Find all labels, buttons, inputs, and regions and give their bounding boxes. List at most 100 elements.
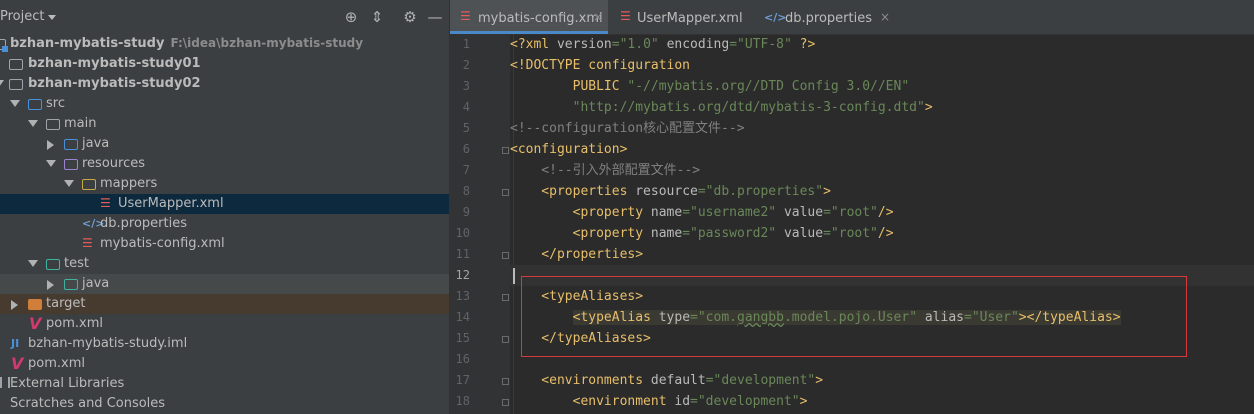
fold-marker-icon[interactable] xyxy=(502,189,509,196)
tree-item-label: UserMapper.xml xyxy=(118,196,224,211)
code-token: ="root" xyxy=(823,205,878,220)
line-number: 11 xyxy=(455,247,470,261)
code-token: name xyxy=(650,226,683,241)
code-token: /> xyxy=(877,226,894,241)
chevron-right-icon[interactable] xyxy=(47,140,54,150)
tree-item-mybatis-config-xml[interactable]: ☰ mybatis-config.xml xyxy=(0,234,449,254)
tree-item-scratches[interactable]: Scratches and Consoles xyxy=(0,394,449,414)
chevron-down-icon[interactable] xyxy=(64,180,74,187)
line-number-gutter[interactable]: 1 2 3 4 5 6 7 8 9 10 11 12 13 14 15 16 17 18 xyxy=(450,34,510,414)
tree-item-iml[interactable]: JI bzhan-mybatis-study.iml xyxy=(0,334,449,354)
line-number: 1 xyxy=(462,37,470,51)
code-line: <properties resource="db.properties"> xyxy=(510,181,1254,202)
project-panel-title[interactable]: Project xyxy=(0,9,44,24)
fold-marker-icon[interactable] xyxy=(502,294,509,301)
line-number: 5 xyxy=(462,121,470,135)
tree-item-usermapper-xml[interactable]: ☰ UserMapper.xml xyxy=(0,194,449,214)
line-number: 6 xyxy=(462,142,470,156)
tree-item-label: java xyxy=(82,136,110,151)
code-token: default xyxy=(650,373,706,388)
chevron-right-icon[interactable] xyxy=(11,300,18,310)
tree-item-label: bzhan-mybatis-study F:\idea\bzhan-mybatis… xyxy=(10,36,364,51)
code-token: </properties> xyxy=(510,247,644,262)
tree-item-module-study01[interactable]: bzhan-mybatis-study01 xyxy=(0,54,449,74)
tree-item-pom-xml-module[interactable]: V pom.xml xyxy=(0,314,449,334)
locate-icon[interactable]: ⊕ xyxy=(342,8,360,26)
chevron-right-icon[interactable] xyxy=(47,280,54,290)
tree-item-label: src xyxy=(46,96,65,111)
tree-item-label: Scratches and Consoles xyxy=(10,396,166,411)
tree-item-project-root[interactable]: bzhan-mybatis-study F:\idea\bzhan-mybatis… xyxy=(0,34,449,54)
code-token: value xyxy=(783,226,824,241)
tree-item-label: test xyxy=(64,256,89,271)
chevron-down-icon[interactable] xyxy=(28,120,38,127)
chevron-down-icon[interactable] xyxy=(0,80,4,87)
code-token: ="username2" xyxy=(682,205,784,220)
code-line: <property name="password2" value="root"/… xyxy=(510,223,1254,244)
tree-item-module-study02[interactable]: bzhan-mybatis-study02 xyxy=(0,74,449,94)
tree-item-main[interactable]: main xyxy=(0,114,449,134)
fold-marker-icon[interactable] xyxy=(502,252,509,259)
module-folder-icon xyxy=(0,39,8,52)
chevron-down-icon[interactable] xyxy=(46,160,56,167)
code-editor[interactable]: <?xml version="1.0" encoding="UTF-8" ?> <… xyxy=(510,34,1254,414)
tree-item-target[interactable]: target xyxy=(0,294,449,314)
tree-item-test[interactable]: test xyxy=(0,254,449,274)
tree-item-pom-xml[interactable]: V pom.xml xyxy=(0,354,449,374)
tree-item-resources[interactable]: resources xyxy=(0,154,449,174)
annotation-highlight-box xyxy=(521,276,1187,357)
code-token: "-//mybatis.org//DTD Config 3.0//EN" xyxy=(627,79,910,94)
tree-item-src[interactable]: src xyxy=(0,94,449,114)
xml-icon: ☰ xyxy=(82,236,93,250)
close-icon[interactable]: × xyxy=(593,10,603,24)
code-line: </properties> xyxy=(510,244,1254,265)
line-number: 3 xyxy=(462,79,470,93)
tree-item-test-java[interactable]: java xyxy=(0,274,449,294)
code-token: > xyxy=(799,394,808,409)
line-number: 7 xyxy=(462,163,470,177)
tree-item-label: mappers xyxy=(100,176,158,191)
fold-marker-icon[interactable] xyxy=(502,378,509,385)
tree-item-mappers[interactable]: mappers xyxy=(0,174,449,194)
code-token: ="UTF-8" xyxy=(729,37,800,52)
xml-icon: ☰ xyxy=(620,9,631,23)
tree-item-java[interactable]: java xyxy=(0,134,449,154)
fold-marker-icon[interactable] xyxy=(502,147,509,154)
test-folder-icon xyxy=(46,259,60,270)
code-token: ="db.properties" xyxy=(697,184,824,199)
code-token: <!--configuration核心配置文件--> xyxy=(510,121,745,136)
hide-icon[interactable]: — xyxy=(426,8,444,26)
code-token: resource xyxy=(635,184,698,199)
code-token: <property xyxy=(510,226,651,241)
code-token: id xyxy=(674,394,691,409)
tab-label: db.properties xyxy=(785,11,872,26)
line-number: 9 xyxy=(462,205,470,219)
chevron-down-icon[interactable] xyxy=(10,100,20,107)
chevron-down-icon[interactable] xyxy=(48,15,56,20)
close-icon[interactable]: × xyxy=(880,10,890,24)
tree-item-external-libraries[interactable]: External Libraries xyxy=(0,374,449,394)
code-token: PUBLIC xyxy=(510,79,628,94)
code-token: <configuration> xyxy=(510,142,628,157)
tab-db-properties[interactable]: </> db.properties × xyxy=(760,0,890,34)
code-token: <!--引入外部配置文件--> xyxy=(510,163,701,178)
tree-item-label: mybatis-config.xml xyxy=(100,236,225,251)
line-number: 15 xyxy=(455,331,470,345)
test-source-folder-icon xyxy=(64,279,78,290)
collapse-all-icon[interactable]: ⇕ xyxy=(368,8,386,26)
tree-item-label: bzhan-mybatis-study02 xyxy=(28,76,201,91)
code-token: version xyxy=(556,37,612,52)
chevron-down-icon[interactable] xyxy=(28,260,38,267)
fold-marker-icon[interactable] xyxy=(502,399,509,406)
tree-item-db-properties[interactable]: </> db.properties xyxy=(0,214,449,234)
line-number: 4 xyxy=(462,100,470,114)
code-line: <environments default="development"> xyxy=(510,370,1254,391)
excluded-folder-icon xyxy=(28,299,42,310)
fold-marker-icon[interactable] xyxy=(502,336,509,343)
tab-usermapper-xml[interactable]: ☰ UserMapper.xml xyxy=(610,0,756,34)
tree-item-label: target xyxy=(46,296,86,311)
tab-mybatis-config-xml[interactable]: ☰ mybatis-config.xml × xyxy=(450,0,608,34)
code-line: "http://mybatis.org/dtd/mybatis-3-config… xyxy=(510,97,1254,118)
gear-icon[interactable]: ⚙ xyxy=(401,8,419,26)
code-token: > xyxy=(924,100,933,115)
